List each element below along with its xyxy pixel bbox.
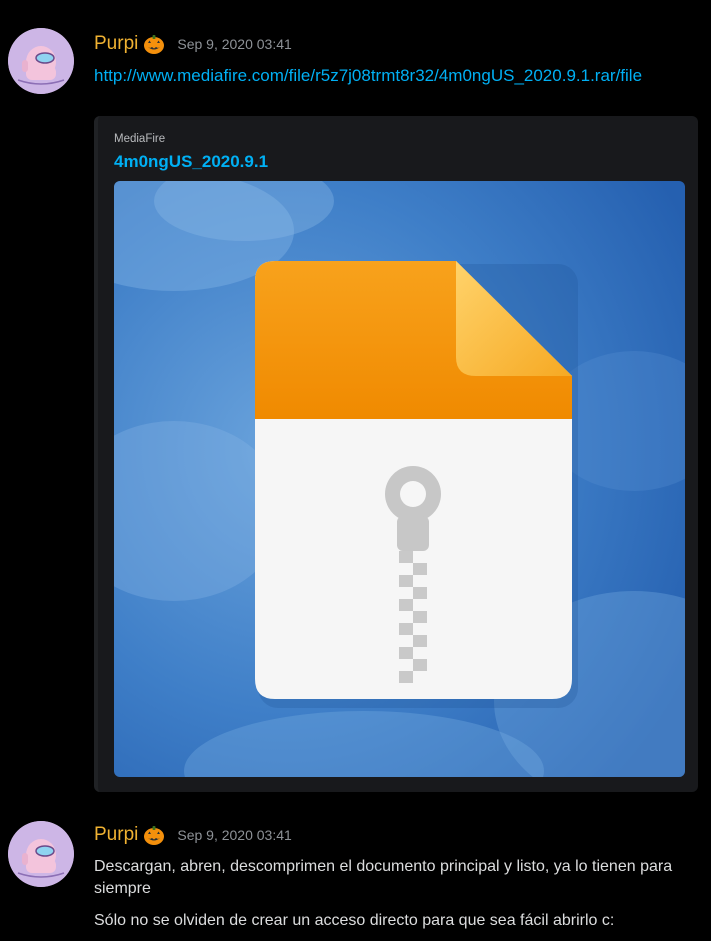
crewmate-avatar-icon xyxy=(8,28,74,94)
link-embed: MediaFire 4m0ngUS_2020.9.1 xyxy=(94,116,698,792)
embed-image[interactable] xyxy=(114,181,685,777)
pumpkin-icon xyxy=(143,33,165,55)
timestamp[interactable]: Sep 9, 2020 03:41 xyxy=(177,36,291,52)
zip-file-icon xyxy=(114,181,685,777)
mediafire-link[interactable]: http://www.mediafire.com/file/r5z7j08trm… xyxy=(94,65,694,87)
crewmate-avatar-icon xyxy=(8,821,74,887)
timestamp[interactable]: Sep 9, 2020 03:41 xyxy=(177,827,291,843)
username[interactable]: Purpi xyxy=(94,824,138,846)
embed-provider[interactable]: MediaFire xyxy=(114,133,165,145)
avatar[interactable] xyxy=(8,28,74,94)
avatar[interactable] xyxy=(8,821,74,887)
message-text: Sólo no se olviden de crear un acceso di… xyxy=(94,912,615,929)
message-text: Descargan, abren, descomprimen el docume… xyxy=(94,858,673,897)
pumpkin-icon xyxy=(143,824,165,846)
message-header: Purpi Sep 9, 2020 03:41 xyxy=(94,821,292,849)
embed-title[interactable]: 4m0ngUS_2020.9.1 xyxy=(114,152,268,172)
username[interactable]: Purpi xyxy=(94,33,138,55)
message-header: Purpi Sep 9, 2020 03:41 xyxy=(94,30,292,58)
